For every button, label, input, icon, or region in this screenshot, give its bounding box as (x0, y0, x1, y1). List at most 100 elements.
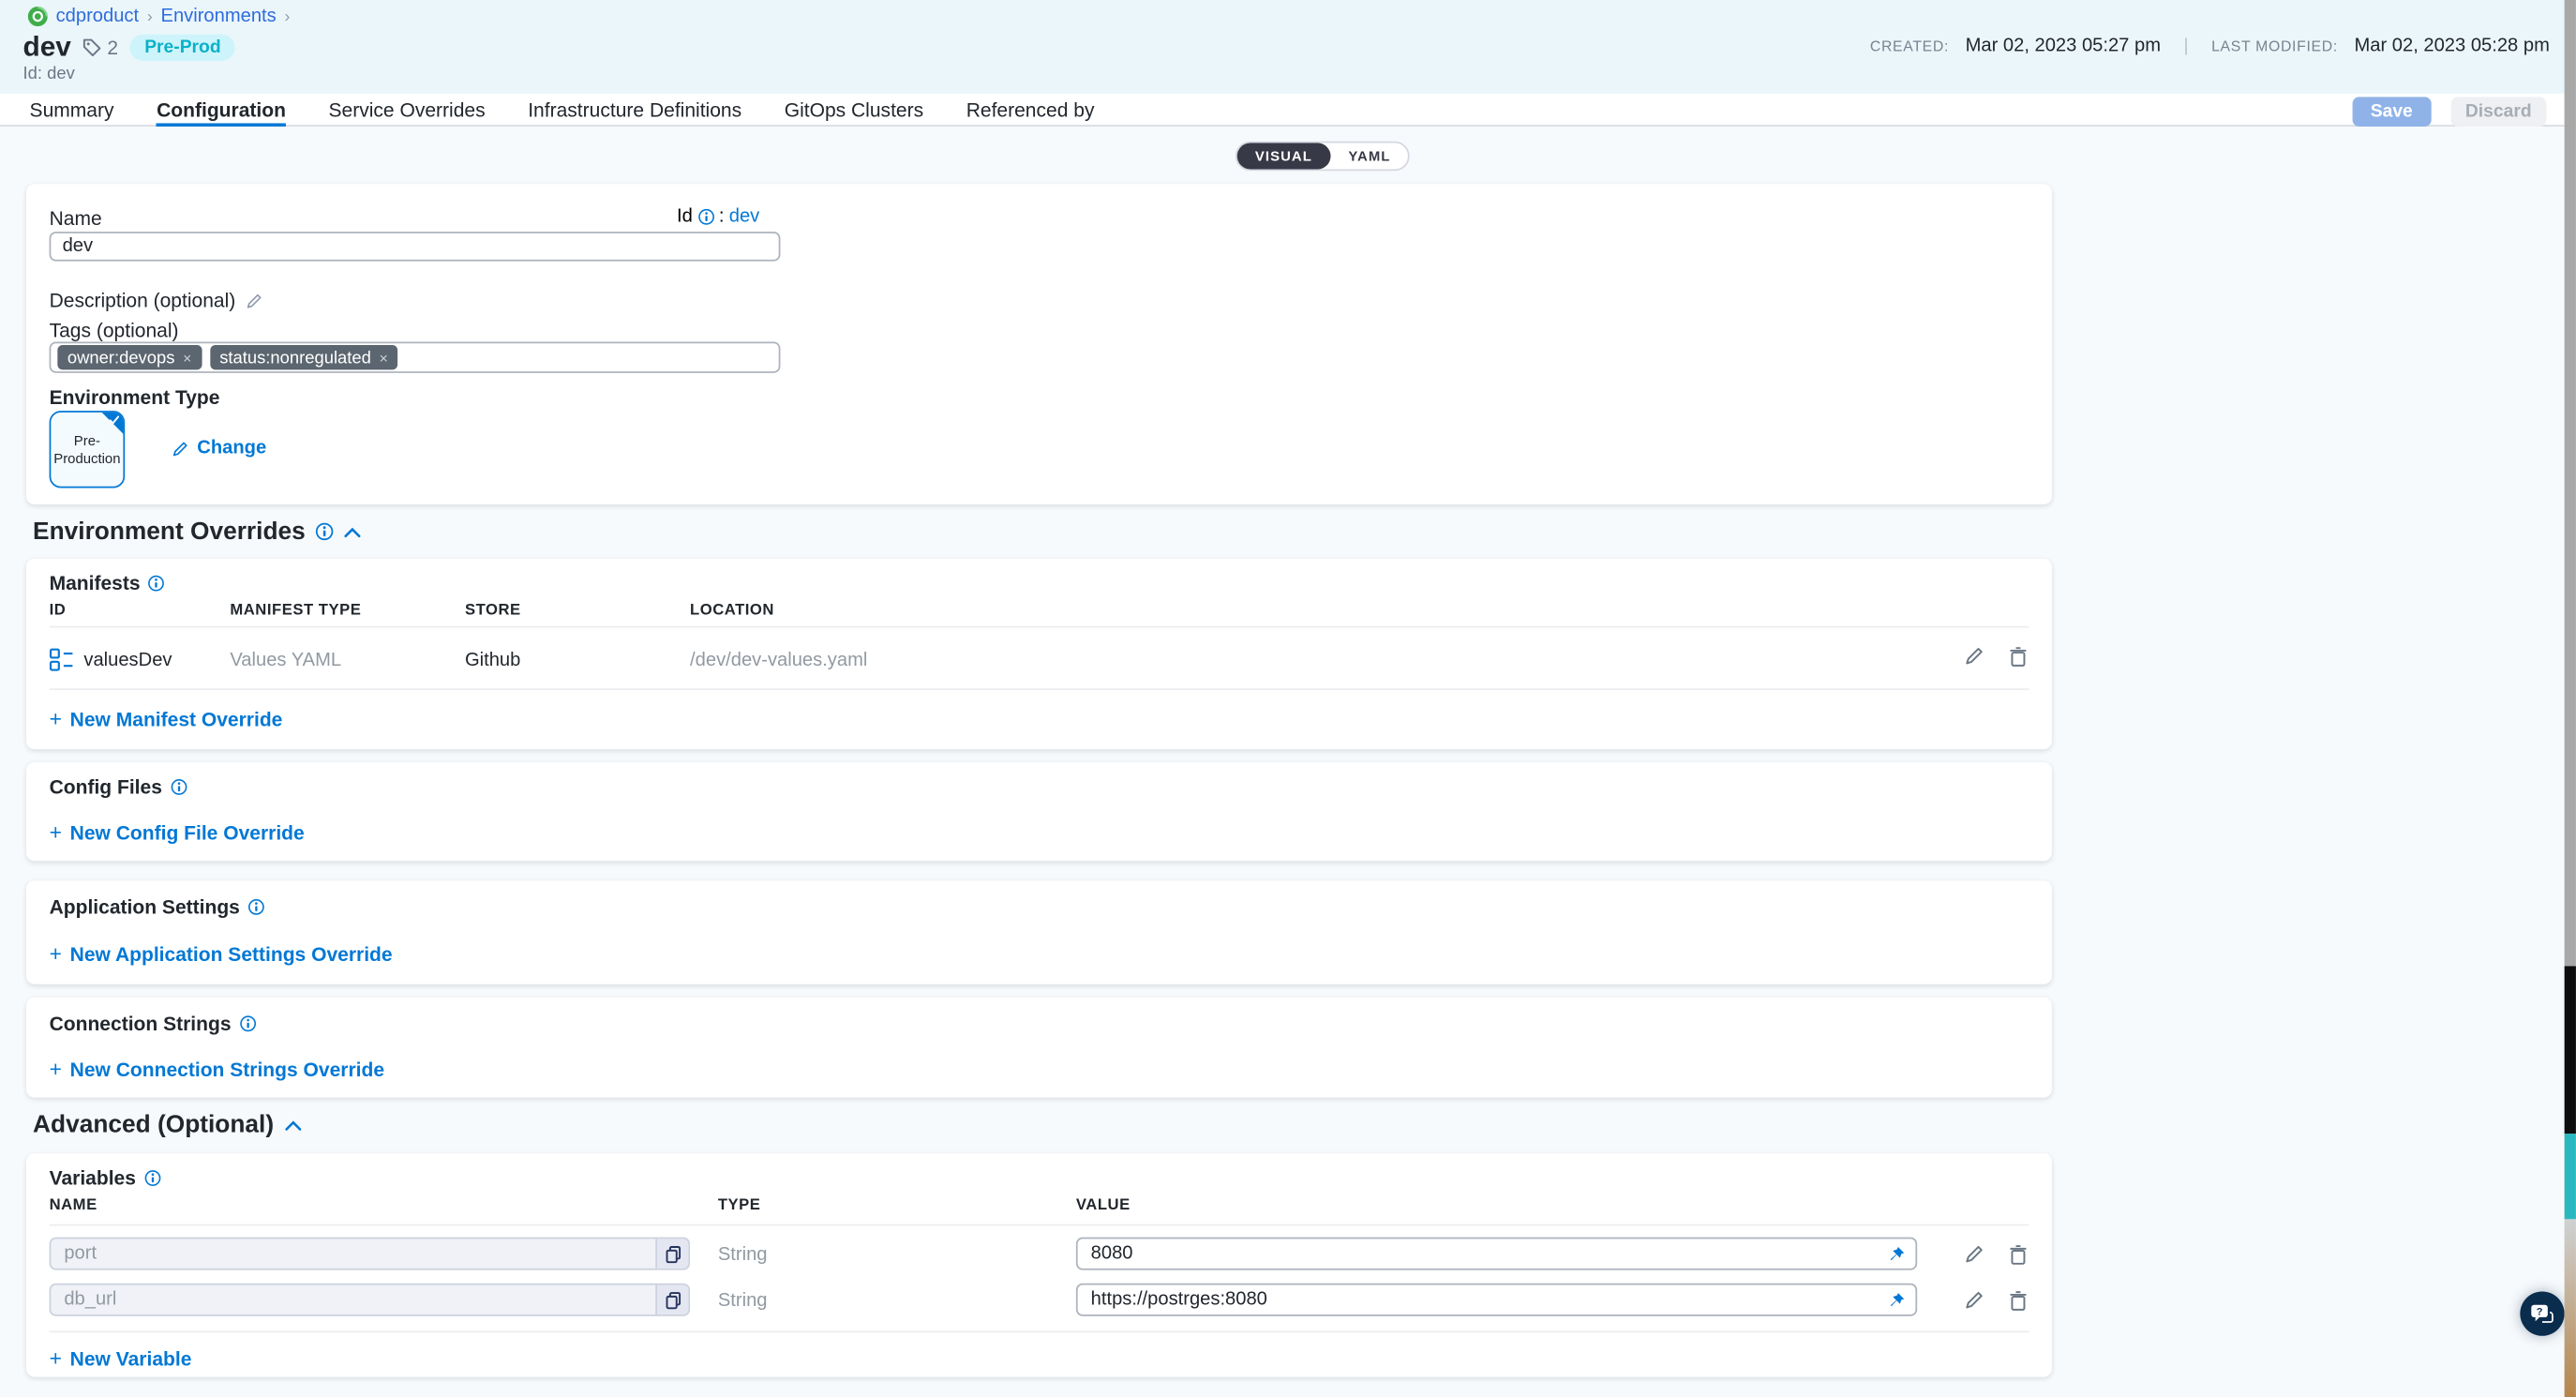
plus-icon: + (50, 819, 62, 844)
scrollbar-segment-teal (2565, 1134, 2576, 1219)
manifest-id: valuesDev (83, 651, 172, 670)
tag-pill: status:nonregulated × (210, 345, 398, 369)
scrollbar[interactable] (2565, 0, 2576, 1397)
column-header-id: ID (50, 601, 67, 619)
scrollbar-thumb[interactable] (2565, 0, 2576, 966)
tab-service-overrides[interactable]: Service Overrides (329, 94, 486, 127)
info-icon[interactable] (144, 1170, 161, 1187)
meta-divider: | (2178, 37, 2195, 56)
new-config-file-override-button[interactable]: + New Config File Override (50, 819, 305, 844)
scrollbar-segment-tan (2565, 1219, 2576, 1397)
environment-type-value: Pre-Production (51, 432, 123, 467)
scrollbar-segment-dark (2565, 966, 2576, 1134)
page-title: dev (23, 31, 71, 64)
toggle-visual[interactable]: VISUAL (1237, 143, 1331, 169)
breadcrumb-separator: › (147, 8, 153, 25)
env-type-badge: Pre-Prod (129, 35, 235, 61)
id-colon: : (719, 207, 725, 227)
edit-manifest-icon[interactable] (1963, 646, 1984, 668)
breadcrumb-separator: › (284, 8, 290, 25)
created-label: CREATED: (1870, 38, 1949, 54)
tag-icon (82, 38, 102, 57)
delete-variable-icon[interactable] (2008, 1244, 2029, 1266)
tags-label: Tags (optional) (50, 319, 179, 342)
tag-count-value: 2 (107, 37, 118, 60)
pin-icon[interactable] (1876, 1245, 1915, 1263)
new-variable-button[interactable]: + New Variable (50, 1345, 192, 1370)
remove-tag-icon[interactable]: × (380, 349, 388, 366)
modified-label: LAST MODIFIED: (2211, 38, 2338, 54)
name-input[interactable] (50, 232, 781, 262)
variables-title: Variables (50, 1166, 161, 1190)
tag-pill: owner:devops × (57, 345, 202, 369)
tab-infrastructure-definitions[interactable]: Infrastructure Definitions (528, 94, 741, 127)
name-label: Name (50, 207, 102, 231)
description-label: Description (optional) (50, 289, 264, 312)
environment-type-card-preproduction[interactable]: Pre-Production (50, 411, 126, 488)
id-display: Id : dev (677, 207, 759, 227)
edit-description-icon[interactable] (246, 292, 263, 309)
column-header-manifest-type: MANIFEST TYPE (230, 601, 361, 619)
discard-button[interactable]: Discard (2450, 97, 2546, 127)
tab-gitops-clusters[interactable]: GitOps Clusters (785, 94, 923, 127)
plus-icon: + (50, 941, 62, 966)
edit-variable-icon[interactable] (1963, 1244, 1984, 1266)
info-icon[interactable] (171, 779, 187, 796)
info-icon[interactable] (248, 899, 265, 916)
breadcrumb-environments-link[interactable]: Environments (160, 7, 276, 26)
collapse-chevron-icon[interactable] (284, 1119, 302, 1132)
tab-configuration[interactable]: Configuration (157, 94, 286, 127)
tag-pill-label: owner:devops (67, 348, 175, 368)
change-environment-type-link[interactable]: Change (171, 439, 266, 458)
copy-icon[interactable] (655, 1239, 688, 1269)
breadcrumb-project-link[interactable]: cdproduct (56, 7, 140, 26)
column-header-location: LOCATION (690, 601, 774, 619)
manifest-location: /dev/dev-values.yaml (690, 651, 867, 670)
environment-overrides-heading: Environment Overrides (33, 518, 361, 546)
collapse-chevron-icon[interactable] (343, 525, 361, 538)
plus-icon: + (50, 707, 62, 731)
info-icon[interactable] (315, 522, 333, 540)
connection-strings-title: Connection Strings (50, 1013, 256, 1036)
help-chat-button[interactable]: ? (2520, 1291, 2564, 1335)
save-button[interactable]: Save (2352, 97, 2431, 127)
variable-type: String (718, 1291, 768, 1311)
manifests-card: Manifests ID MANIFEST TYPE STORE LOCATIO… (26, 559, 2052, 749)
info-icon[interactable] (697, 209, 714, 226)
visual-yaml-toggle: VISUAL YAML (1236, 142, 1411, 172)
check-icon (109, 414, 120, 426)
info-icon[interactable] (148, 575, 165, 592)
manifest-icon (50, 647, 74, 671)
module-cd-icon (28, 7, 48, 26)
plus-icon: + (50, 1057, 62, 1081)
variable-value-input[interactable]: 8080 (1076, 1238, 1917, 1270)
page-header: cdproduct › Environments › dev 2 Pre-Pro… (0, 0, 2576, 94)
new-application-settings-override-button[interactable]: + New Application Settings Override (50, 941, 393, 966)
new-connection-strings-override-button[interactable]: + New Connection Strings Override (50, 1057, 384, 1081)
info-icon[interactable] (239, 1015, 256, 1032)
new-manifest-override-button[interactable]: + New Manifest Override (50, 707, 283, 731)
remove-tag-icon[interactable]: × (183, 349, 191, 366)
delete-manifest-icon[interactable] (2008, 646, 2029, 668)
application-settings-title: Application Settings (50, 895, 265, 919)
pencil-icon (171, 440, 188, 458)
variable-name-value: port (51, 1244, 655, 1264)
toggle-yaml[interactable]: YAML (1330, 143, 1409, 169)
variable-value-input[interactable]: https://postrges:8080 (1076, 1284, 1917, 1316)
tags-input[interactable]: owner:devops × status:nonregulated × (50, 342, 781, 373)
variable-name-input[interactable]: db_url (50, 1284, 690, 1316)
breadcrumb: cdproduct › Environments › (28, 7, 291, 26)
delete-variable-icon[interactable] (2008, 1290, 2029, 1312)
copy-icon[interactable] (655, 1284, 688, 1314)
variable-name-input[interactable]: port (50, 1238, 690, 1270)
id-value-link[interactable]: dev (729, 207, 760, 227)
id-label: Id (677, 207, 693, 227)
edit-variable-icon[interactable] (1963, 1290, 1984, 1312)
svg-text:?: ? (2537, 1305, 2543, 1316)
pin-icon[interactable] (1876, 1291, 1915, 1309)
tab-referenced-by[interactable]: Referenced by (966, 94, 1095, 127)
tab-summary[interactable]: Summary (30, 94, 114, 127)
audit-timestamps: CREATED: Mar 02, 2023 05:27 pm | LAST MO… (1870, 37, 2550, 56)
basic-info-card: Name Id : dev Description (optional) Tag… (26, 184, 2052, 504)
manifest-type: Values YAML (230, 651, 341, 670)
